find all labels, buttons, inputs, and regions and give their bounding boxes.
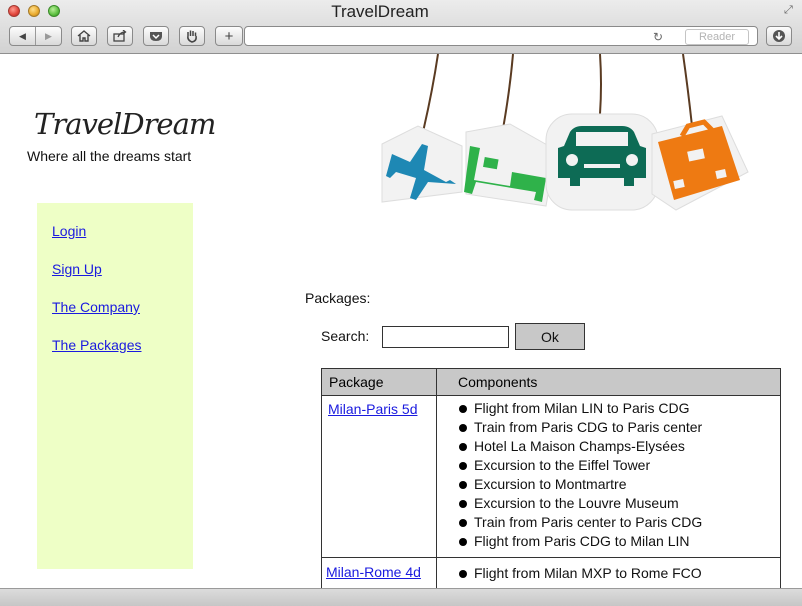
window-title: TravelDream <box>331 2 429 21</box>
package-link[interactable]: Milan-Rome 4d <box>326 564 421 580</box>
components-cell: Flight from Milan LIN to Paris CDG Train… <box>436 395 781 558</box>
home-icon <box>77 30 91 42</box>
list-item: Train from Paris center to Paris CDG <box>459 513 780 532</box>
table-header-row: Package Components <box>321 368 781 396</box>
status-bar <box>0 588 802 606</box>
sidebar-nav: Login Sign Up The Company The Packages <box>37 203 193 569</box>
home-button[interactable] <box>71 26 97 46</box>
luggage-tag-icon <box>651 115 749 211</box>
extension-button[interactable] <box>179 26 205 46</box>
list-item: Excursion to the Louvre Museum <box>459 494 780 513</box>
table-row: Milan-Paris 5d Flight from Milan LIN to … <box>321 395 781 558</box>
search-input[interactable] <box>382 326 509 348</box>
sidebar-item-the-company[interactable]: The Company <box>52 299 140 315</box>
components-list: Flight from Milan MXP to Rome FCO <box>437 564 780 583</box>
list-item: Flight from Milan MXP to Rome FCO <box>459 564 780 583</box>
reload-icon[interactable]: ↻ <box>653 30 663 44</box>
back-forward-buttons: ◀ ▶ <box>9 26 62 46</box>
list-item: Excursion to the Eiffel Tower <box>459 456 780 475</box>
sidebar-item-sign-up[interactable]: Sign Up <box>52 261 102 277</box>
components-cell: Flight from Milan MXP to Rome FCO <box>436 557 781 590</box>
package-cell: Milan-Paris 5d <box>321 395 437 558</box>
package-link[interactable]: Milan-Paris 5d <box>328 401 417 417</box>
list-item: Flight from Paris CDG to Milan LIN <box>459 532 780 551</box>
back-icon[interactable]: ◀ <box>10 31 35 42</box>
sidebar-item-login[interactable]: Login <box>52 223 86 239</box>
list-item: Hotel La Maison Champs-Elysées <box>459 437 780 456</box>
list-item: Flight from Milan LIN to Paris CDG <box>459 399 780 418</box>
browser-toolbar: TravelDream ⤢ ◀ ▶ + ↻ Reader <box>0 0 802 54</box>
package-cell: Milan-Rome 4d <box>321 557 437 590</box>
pocket-icon <box>150 32 162 41</box>
share-button[interactable] <box>107 26 133 46</box>
car-tag-icon <box>545 113 659 211</box>
fullscreen-icon[interactable]: ⤢ <box>784 4 796 16</box>
downloads-button[interactable] <box>766 26 792 46</box>
new-tab-button[interactable]: + <box>215 26 243 46</box>
packages-heading: Packages: <box>305 290 371 306</box>
pocket-button[interactable] <box>143 26 169 46</box>
address-bar[interactable]: ↻ Reader <box>244 26 758 46</box>
travel-tags-banner <box>381 54 749 211</box>
ok-button[interactable]: Ok <box>515 323 585 350</box>
search-label: Search: <box>321 328 370 344</box>
hand-icon <box>187 30 197 43</box>
components-list: Flight from Milan LIN to Paris CDG Train… <box>437 399 780 551</box>
reader-button[interactable]: Reader <box>685 29 749 45</box>
site-logo[interactable]: TravelDream <box>34 107 216 141</box>
share-icon <box>113 30 127 42</box>
bed-tag-icon <box>464 123 557 207</box>
download-icon <box>773 30 785 42</box>
site-tagline: Where all the dreams start <box>27 148 192 164</box>
forward-icon[interactable]: ▶ <box>36 31 61 42</box>
airplane-tag-icon <box>381 125 463 203</box>
packages-table: Package Components Milan-Paris 5d Flight… <box>321 368 781 590</box>
sidebar-item-the-packages[interactable]: The Packages <box>52 337 142 353</box>
column-header-components: Components <box>436 368 781 396</box>
table-row: Milan-Rome 4d Flight from Milan MXP to R… <box>321 557 781 590</box>
list-item: Excursion to Montmartre <box>459 475 780 494</box>
column-header-package: Package <box>321 368 437 396</box>
list-item: Train from Paris CDG to Paris center <box>459 418 780 437</box>
